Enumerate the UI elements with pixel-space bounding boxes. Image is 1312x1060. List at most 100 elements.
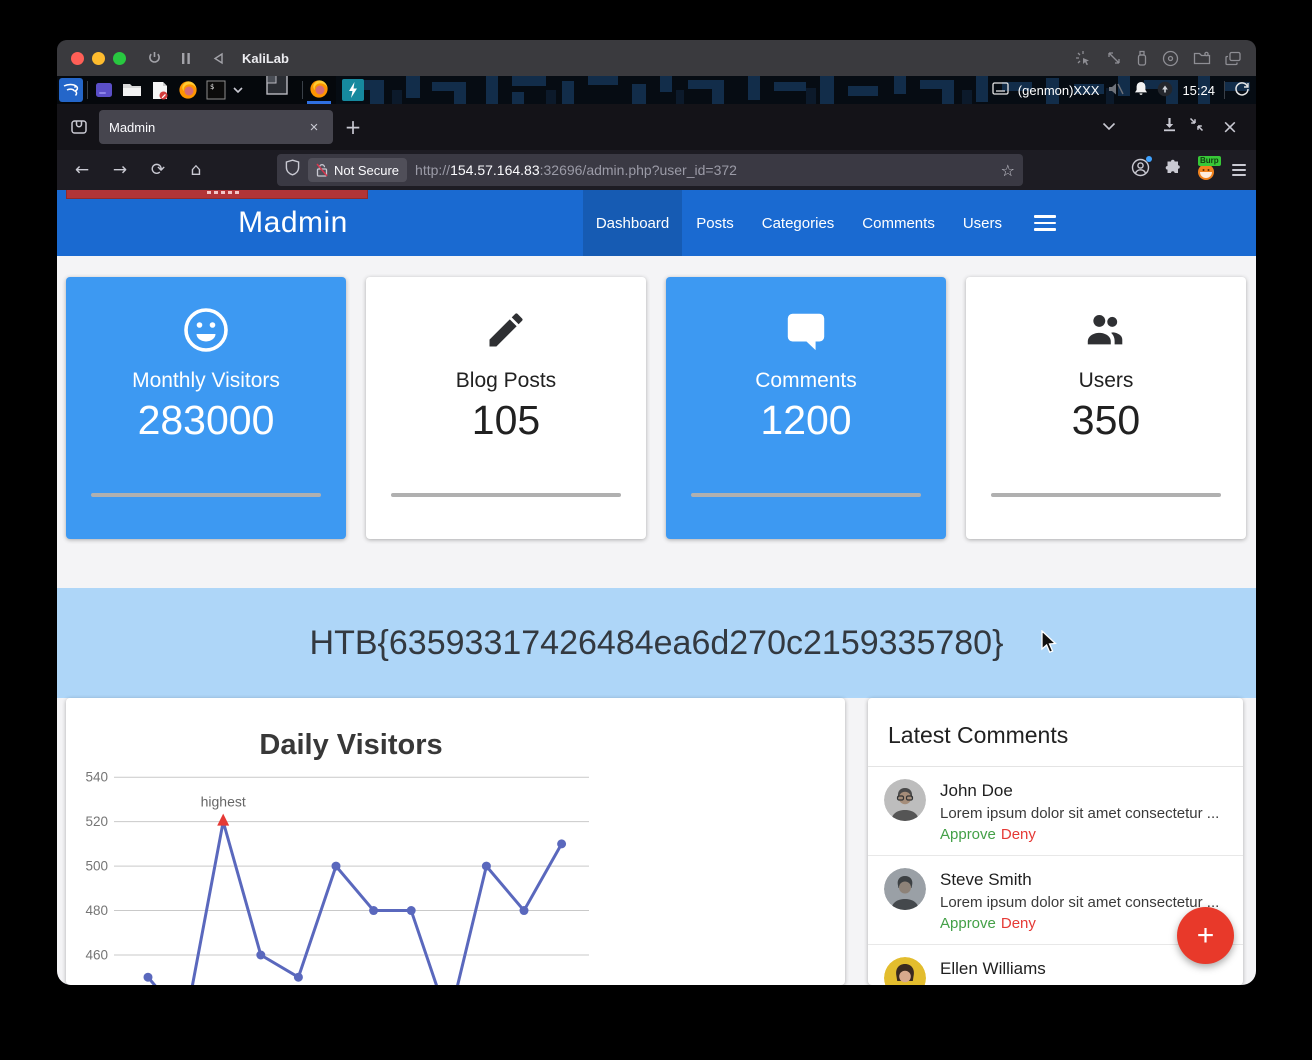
approve-link[interactable]: Approve xyxy=(940,915,996,932)
svg-text:500: 500 xyxy=(85,859,108,874)
kali-taskbar: $ (genmon)XXX xyxy=(57,76,1256,104)
forward-button[interactable]: → xyxy=(105,155,135,185)
url-bar[interactable]: Not Secure http://154.57.164.83:32696/ad… xyxy=(277,154,1023,186)
browser-toolbar: ← → ⟳ ⌂ Not Secure http://154.57.164.83:… xyxy=(57,150,1256,190)
back-button[interactable]: ← xyxy=(67,155,97,185)
nav-item-categories[interactable]: Categories xyxy=(748,190,849,256)
stat-value: 1200 xyxy=(760,397,851,444)
svg-text:highest: highest xyxy=(201,794,246,810)
power-icon[interactable] xyxy=(142,47,166,69)
genmon-status-label: (genmon)XXX xyxy=(1018,83,1100,98)
exit-fullscreen-icon[interactable] xyxy=(1189,117,1204,137)
burp-badge-label: Burp xyxy=(1198,156,1221,166)
nav-menu: Dashboard Posts Categories Comments User… xyxy=(583,190,1056,256)
comment-row: John Doe Lorem ipsum dolor sit amet cons… xyxy=(868,767,1243,856)
stat-card-comments[interactable]: Comments 1200 xyxy=(666,277,946,539)
tab-close-icon[interactable]: × xyxy=(305,119,323,136)
browser-menu-icon[interactable] xyxy=(1232,164,1246,176)
copy-windows-icon[interactable] xyxy=(1225,51,1242,66)
browser-tab[interactable]: Madmin × xyxy=(99,110,333,144)
stat-label: Blog Posts xyxy=(456,369,556,393)
extensions-puzzle-icon[interactable] xyxy=(1164,159,1182,182)
app-drawer-icon[interactable] xyxy=(92,78,116,102)
deny-link[interactable]: Deny xyxy=(1001,915,1036,932)
firefox-view-icon[interactable] xyxy=(65,113,93,141)
stat-value: 105 xyxy=(472,397,540,444)
clock-label[interactable]: 15:24 xyxy=(1182,83,1215,98)
nav-item-dashboard[interactable]: Dashboard xyxy=(583,190,682,256)
nav-item-comments[interactable]: Comments xyxy=(848,190,949,256)
url-text[interactable]: http://154.57.164.83:32696/admin.php?use… xyxy=(415,162,737,178)
pencil-icon xyxy=(484,306,528,354)
bookmark-star-icon[interactable]: ☆ xyxy=(1001,161,1015,180)
notification-bell-icon[interactable] xyxy=(1134,81,1148,99)
stat-card-blog-posts[interactable]: Blog Posts 105 xyxy=(366,277,646,539)
avatar-steve-smith xyxy=(884,868,926,910)
home-button[interactable]: ⌂ xyxy=(181,155,211,185)
keyboard-indicator-icon[interactable] xyxy=(992,82,1009,98)
minimize-window-button[interactable] xyxy=(92,52,105,65)
url-host: 154.57.164.83 xyxy=(450,162,540,178)
firefox-window-button[interactable] xyxy=(307,77,331,104)
list-all-tabs-icon[interactable] xyxy=(1102,118,1116,136)
terminal-dropdown-icon[interactable] xyxy=(232,81,244,99)
close-browser-icon[interactable]: × xyxy=(1216,113,1244,141)
usb-icon[interactable] xyxy=(1136,50,1148,67)
stat-cards-row: Monthly Visitors 283000 Blog Posts 105 C… xyxy=(66,277,1246,539)
nav-item-posts[interactable]: Posts xyxy=(682,190,748,256)
comment-text: Lorem ipsum dolor sit amet consectetur .… xyxy=(940,894,1219,911)
zoom-window-button[interactable] xyxy=(113,52,126,65)
audio-muted-icon[interactable] xyxy=(1108,82,1125,99)
disc-icon[interactable] xyxy=(1162,50,1179,67)
stat-card-users[interactable]: Users 350 xyxy=(966,277,1246,539)
nav-item-users[interactable]: Users xyxy=(949,190,1016,256)
stat-progress-track xyxy=(391,493,621,497)
kali-menu-icon[interactable] xyxy=(59,78,83,102)
capture-cursor-icon[interactable] xyxy=(1075,50,1092,67)
nav-hamburger-icon[interactable] xyxy=(1016,190,1056,256)
logout-icon[interactable] xyxy=(1234,81,1250,100)
security-label: Not Secure xyxy=(334,163,399,178)
comment-author: Ellen Williams xyxy=(940,959,1046,979)
deny-link[interactable]: Deny xyxy=(1001,826,1036,843)
approve-link[interactable]: Approve xyxy=(940,826,996,843)
stat-progress-track xyxy=(991,493,1221,497)
zap-window-button[interactable] xyxy=(341,78,365,102)
resize-icon[interactable] xyxy=(1106,50,1122,66)
firefox-launcher-icon[interactable] xyxy=(176,78,200,102)
dashboard-main-row: Daily Visitors 540520500480460highest La… xyxy=(66,698,1243,985)
downloads-icon[interactable] xyxy=(1162,117,1177,137)
comment-author: Steve Smith xyxy=(940,870,1219,890)
desktop: { "window": { "title": "KaliLab" }, "tas… xyxy=(0,0,1312,1060)
app-brand[interactable]: Madmin xyxy=(193,190,393,256)
terminal-icon[interactable]: $ xyxy=(204,78,228,102)
chat-bubble-icon xyxy=(783,306,829,354)
text-editor-icon[interactable] xyxy=(148,78,172,102)
stat-progress-track xyxy=(91,493,321,497)
workspace-switcher-icon[interactable] xyxy=(266,76,288,100)
stat-card-monthly-visitors[interactable]: Monthly Visitors 283000 xyxy=(66,277,346,539)
updates-icon[interactable] xyxy=(1157,81,1173,100)
flag-banner: HTB{63593317426484ea6d270c2159335780} xyxy=(57,588,1256,698)
account-icon[interactable] xyxy=(1131,158,1150,182)
tab-title: Madmin xyxy=(109,120,155,135)
security-chip[interactable]: Not Secure xyxy=(308,158,407,182)
pause-icon[interactable] xyxy=(174,47,198,69)
svg-text:520: 520 xyxy=(85,814,108,829)
vm-window: KaliLab xyxy=(57,40,1256,985)
app-navbar: Madmin Dashboard Posts Categories Commen… xyxy=(57,190,1256,256)
shared-folder-icon[interactable] xyxy=(1193,51,1211,66)
comment-author: John Doe xyxy=(940,781,1219,801)
daily-visitors-chart: 540520500480460highest xyxy=(66,698,845,985)
latest-comments-title: Latest Comments xyxy=(868,698,1243,749)
file-manager-icon[interactable] xyxy=(120,78,144,102)
new-tab-button[interactable]: + xyxy=(339,113,367,141)
reload-button[interactable]: ⟳ xyxy=(143,155,173,185)
stat-value: 283000 xyxy=(138,397,275,444)
eject-left-icon[interactable] xyxy=(206,47,230,69)
add-fab-button[interactable]: + xyxy=(1177,907,1234,964)
close-window-button[interactable] xyxy=(71,52,84,65)
mouse-cursor xyxy=(1040,630,1062,656)
burp-suite-extension-icon[interactable]: Burp xyxy=(1196,159,1218,181)
shield-icon[interactable] xyxy=(285,159,300,181)
